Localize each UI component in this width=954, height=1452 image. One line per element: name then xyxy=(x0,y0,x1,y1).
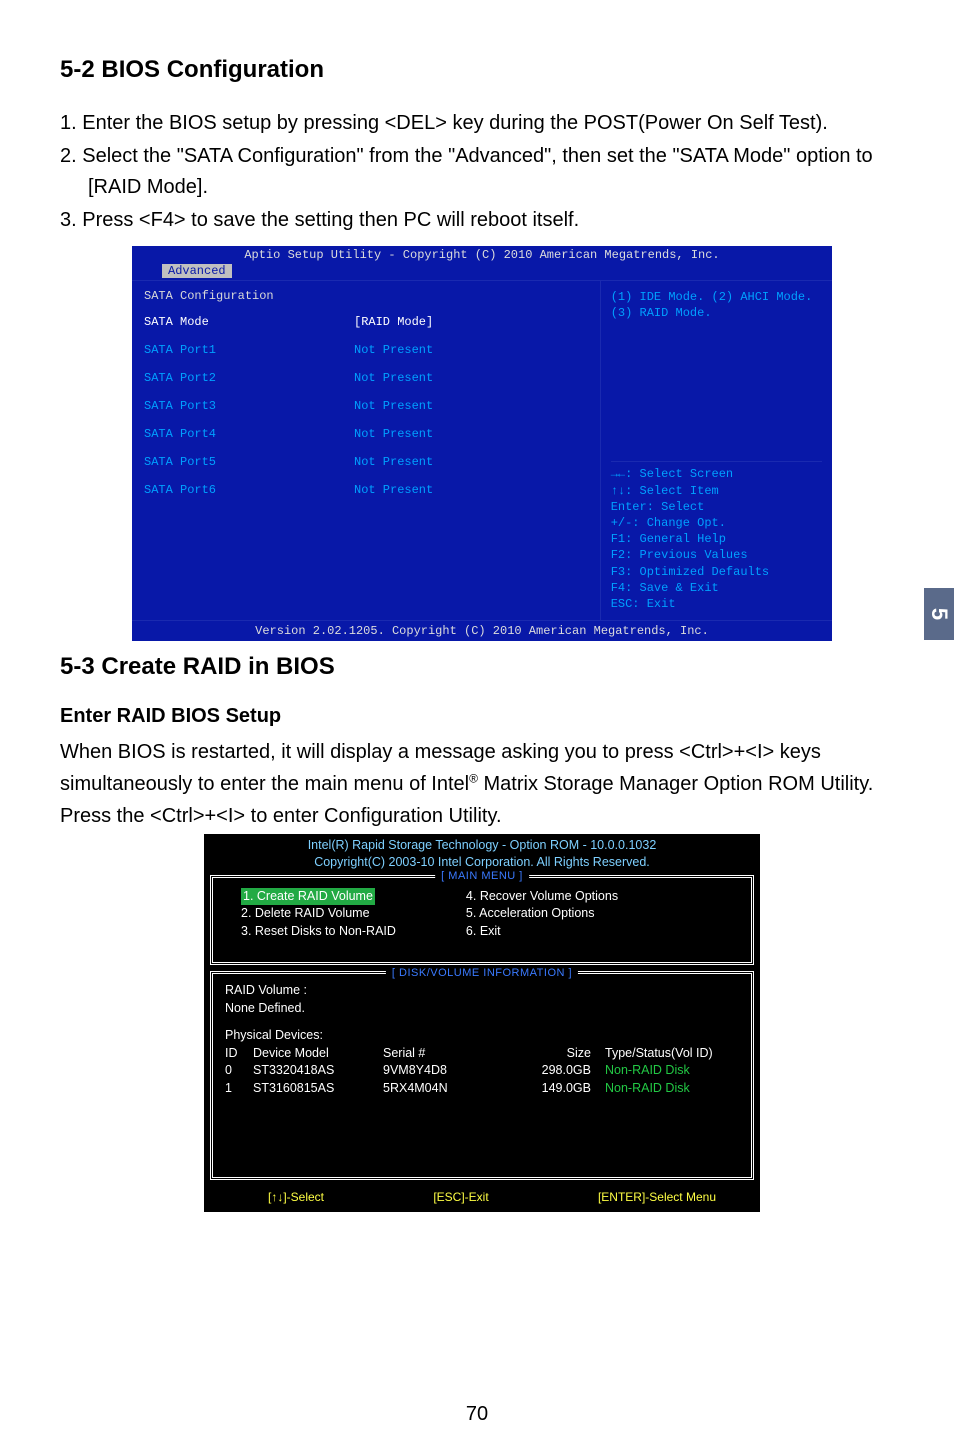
section-heading-5-2: 5-2 BIOS Configuration xyxy=(60,56,904,84)
bios-body: SATA Configuration SATA Mode [RAID Mode]… xyxy=(132,280,832,620)
physical-devices-label: Physical Devices: xyxy=(225,1027,741,1045)
dev1-size: 149.0GB xyxy=(503,1080,605,1098)
page-number: 70 xyxy=(466,1403,488,1426)
sata-port3-row: SATA Port3Not Present xyxy=(144,399,588,413)
v: Not Present xyxy=(354,483,433,497)
bios-header: Aptio Setup Utility - Copyright (C) 2010… xyxy=(132,246,832,264)
col-id: ID xyxy=(225,1045,253,1063)
v: Not Present xyxy=(354,399,433,413)
sata-mode-val: [RAID Mode] xyxy=(354,315,433,329)
dev0-serial: 9VM8Y4D8 xyxy=(383,1062,503,1080)
raid-header-line2: Copyright(C) 2003-10 Intel Corporation. … xyxy=(204,854,760,871)
bios-right-pane: (1) IDE Mode. (2) AHCI Mode. (3) RAID Mo… xyxy=(601,281,832,620)
dev0-size: 298.0GB xyxy=(503,1062,605,1080)
k: SATA Port3 xyxy=(144,399,354,413)
key-select: [↑↓]-Select xyxy=(268,1190,324,1204)
menu-recover-volume: 4. Recover Volume Options xyxy=(466,888,618,906)
sata-port2-row: SATA Port2Not Present xyxy=(144,371,588,385)
subheading-enter-raid: Enter RAID BIOS Setup xyxy=(60,705,904,728)
raid-intro-paragraph: When BIOS is restarted, it will display … xyxy=(60,736,904,832)
col-serial: Serial # xyxy=(383,1045,503,1063)
menu-reset-disks: 3. Reset Disks to Non-RAID xyxy=(241,923,396,941)
raid-main-menu-box: [ MAIN MENU ] 1. Create RAID Volume 2. D… xyxy=(210,875,754,966)
intro-steps-list: 1. Enter the BIOS setup by pressing <DEL… xyxy=(60,108,904,236)
k: SATA Port5 xyxy=(144,455,354,469)
sata-port4-row: SATA Port4Not Present xyxy=(144,427,588,441)
bios-hint-bottom: →←: Select Screen ↑↓: Select Item Enter:… xyxy=(611,461,822,612)
k: SATA Port2 xyxy=(144,371,354,385)
dev0-type: Non-RAID Disk xyxy=(605,1062,741,1080)
dev0-model: ST3320418AS xyxy=(253,1062,383,1080)
sata-port1-row: SATA Port1Not Present xyxy=(144,343,588,357)
spacer xyxy=(225,1017,741,1027)
dev1-id: 1 xyxy=(225,1080,253,1098)
bios-tab-advanced: Advanced xyxy=(162,264,232,278)
raid-footer-keys: [↑↓]-Select [ESC]-Exit [ENTER]-Select Me… xyxy=(204,1186,760,1208)
bios-screenshot: Aptio Setup Utility - Copyright (C) 2010… xyxy=(132,246,832,641)
menu-columns: 1. Create RAID Volume 2. Delete RAID Vol… xyxy=(241,888,741,941)
bios-footer: Version 2.02.1205. Copyright (C) 2010 Am… xyxy=(132,620,832,641)
intro-step-3: 3. Press <F4> to save the setting then P… xyxy=(60,205,904,236)
menu-delete-raid: 2. Delete RAID Volume xyxy=(241,905,396,923)
bios-tab-bar: Advanced xyxy=(132,264,832,280)
col-size: Size xyxy=(503,1045,605,1063)
device-table: ID Device Model Serial # Size Type/Statu… xyxy=(225,1045,741,1098)
raid-volume-none: None Defined. xyxy=(225,1000,741,1018)
k: SATA Port1 xyxy=(144,343,354,357)
menu-create-raid: 1. Create RAID Volume xyxy=(241,888,375,906)
sata-port5-row: SATA Port5Not Present xyxy=(144,455,588,469)
dev0-id: 0 xyxy=(225,1062,253,1080)
raid-volume-label: RAID Volume : xyxy=(225,982,741,1000)
v: Not Present xyxy=(354,427,433,441)
col-type: Type/Status(Vol ID) xyxy=(605,1045,741,1063)
section-heading-5-3: 5-3 Create RAID in BIOS xyxy=(60,653,904,681)
k: SATA Port6 xyxy=(144,483,354,497)
bios-hint-top: (1) IDE Mode. (2) AHCI Mode. (3) RAID Mo… xyxy=(611,289,822,321)
sata-config-title: SATA Configuration xyxy=(144,289,588,303)
registered-mark: ® xyxy=(469,771,478,785)
dev1-model: ST3160815AS xyxy=(253,1080,383,1098)
menu-exit: 6. Exit xyxy=(466,923,618,941)
k: SATA Port4 xyxy=(144,427,354,441)
intro-step-1: 1. Enter the BIOS setup by pressing <DEL… xyxy=(60,108,904,139)
v: Not Present xyxy=(354,371,433,385)
dev1-type: Non-RAID Disk xyxy=(605,1080,741,1098)
v: Not Present xyxy=(354,455,433,469)
menu-col-right: 4. Recover Volume Options 5. Acceleratio… xyxy=(466,888,618,941)
menu-col-left: 1. Create RAID Volume 2. Delete RAID Vol… xyxy=(241,888,396,941)
col-model: Device Model xyxy=(253,1045,383,1063)
key-exit: [ESC]-Exit xyxy=(433,1190,488,1204)
menu-acceleration: 5. Acceleration Options xyxy=(466,905,618,923)
raid-header-line1: Intel(R) Rapid Storage Technology - Opti… xyxy=(204,837,760,854)
sata-mode-row: SATA Mode [RAID Mode] xyxy=(144,315,588,329)
main-menu-title: [ MAIN MENU ] xyxy=(435,870,529,882)
key-enter: [ENTER]-Select Menu xyxy=(598,1190,716,1204)
raid-option-rom-screenshot: Intel(R) Rapid Storage Technology - Opti… xyxy=(204,834,760,1212)
info-title: [ DISK/VOLUME INFORMATION ] xyxy=(386,966,578,981)
bios-left-pane: SATA Configuration SATA Mode [RAID Mode]… xyxy=(132,281,601,620)
raid-header: Intel(R) Rapid Storage Technology - Opti… xyxy=(204,834,760,873)
side-chapter-number: 5 xyxy=(926,608,952,620)
intro-step-2: 2. Select the "SATA Configuration" from … xyxy=(60,141,904,203)
v: Not Present xyxy=(354,343,433,357)
sata-mode-key: SATA Mode xyxy=(144,315,354,329)
dev1-serial: 5RX4M04N xyxy=(383,1080,503,1098)
raid-info-box: [ DISK/VOLUME INFORMATION ] RAID Volume … xyxy=(210,971,754,1180)
side-chapter-tab: 5 xyxy=(924,588,954,640)
sata-port6-row: SATA Port6Not Present xyxy=(144,483,588,497)
